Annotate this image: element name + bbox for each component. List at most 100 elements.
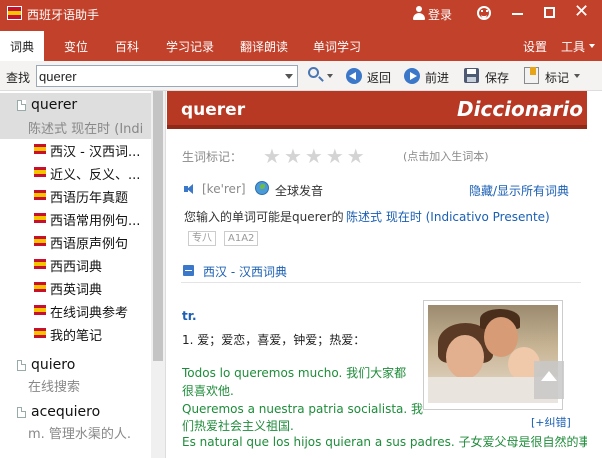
- subitem-label: 西西词典: [50, 260, 103, 275]
- tab-word-learning[interactable]: 单词学习: [313, 38, 361, 55]
- star-rating[interactable]: ★ ★ ★ ★ ★: [263, 144, 368, 168]
- example-line: Queremos a nuestra patria socialista. 我: [182, 402, 424, 416]
- spain-flag-icon: [34, 167, 46, 177]
- example-line: Es natural que los hijos quieran a sus p…: [182, 435, 591, 449]
- scroll-to-top-button[interactable]: [534, 361, 564, 399]
- login-button[interactable]: 登录: [411, 4, 461, 22]
- star-icon[interactable]: ★: [263, 144, 281, 168]
- login-label: 登录: [428, 8, 453, 22]
- spain-flag-icon: [34, 190, 46, 200]
- search-button[interactable]: [306, 66, 336, 86]
- save-button[interactable]: 保存: [464, 67, 512, 85]
- search-combobox[interactable]: [36, 65, 298, 87]
- global-pronunciation-link[interactable]: 全球发音: [275, 182, 323, 199]
- star-icon[interactable]: ★: [305, 144, 323, 168]
- star-icon[interactable]: ★: [326, 144, 344, 168]
- close-icon: ✕: [574, 1, 590, 22]
- forward-label: 前进: [425, 71, 450, 85]
- star-icon[interactable]: ★: [347, 144, 365, 168]
- subitem-es-zh-dict[interactable]: 西汉 - 汉西词...: [30, 138, 151, 161]
- maximize-button[interactable]: [539, 3, 561, 23]
- globe-icon[interactable]: [255, 181, 269, 195]
- tab-study-records[interactable]: 学习记录: [166, 38, 214, 55]
- feedback-smiley-button[interactable]: [473, 3, 495, 23]
- search-icon: [308, 67, 319, 78]
- example-line: 很喜欢他.: [182, 384, 234, 398]
- chevron-down-icon[interactable]: [285, 74, 293, 79]
- bookmark-button[interactable]: 标记: [524, 67, 580, 85]
- toolbar: 查找 返回 前进 保存 标记: [0, 61, 602, 91]
- entry-subtitle: m. 管理水渠的人.: [28, 427, 132, 442]
- part-of-speech: tr.: [182, 309, 197, 323]
- section-title: 西汉 - 汉西词典: [203, 265, 287, 279]
- entry-word: quiero: [31, 357, 76, 373]
- level-tag: 专八: [188, 231, 216, 246]
- result-entry-acequiero[interactable]: acequiero m. 管理水渠的人.: [0, 400, 151, 446]
- search-options-dropdown-icon: [327, 74, 333, 78]
- back-button[interactable]: 返回: [346, 67, 394, 85]
- report-error-link[interactable]: [+纠错]: [531, 414, 571, 430]
- tab-translate-read[interactable]: 翻译朗读: [240, 38, 288, 55]
- speaker-icon[interactable]: [184, 183, 196, 195]
- spain-flag-logo-icon: [7, 6, 22, 20]
- entry-word: querer: [31, 97, 78, 113]
- tab-dictionary[interactable]: 词典: [0, 31, 45, 61]
- subitem-label: 西语历年真题: [50, 191, 129, 206]
- subitem-label: 在线词典参考: [50, 306, 129, 321]
- entry-subtitle: 陈述式 现在时 (Indi: [28, 122, 144, 137]
- user-icon: [413, 6, 425, 20]
- subitem-label: 西语原声例句: [50, 237, 129, 252]
- search-input[interactable]: [39, 67, 279, 85]
- subitem-synonyms[interactable]: 近义、反义、...: [30, 161, 151, 184]
- collapse-icon[interactable]: [183, 265, 194, 276]
- document-icon: [17, 407, 26, 418]
- sidebar-scroll-thumb[interactable]: [153, 91, 163, 361]
- bookmark-icon: [524, 67, 539, 84]
- form-link[interactable]: 陈述式 现在时 (Indicativo Presente): [346, 208, 550, 225]
- save-icon: [464, 68, 479, 83]
- document-icon: [17, 360, 26, 371]
- subitem-past-exams[interactable]: 西语历年真题: [30, 184, 151, 207]
- app-window: 西班牙语助手 登录 ✕ 词典 变位 百科 学习记录 翻译朗读 单词学习 设置 工…: [0, 0, 602, 458]
- subitem-audio-examples[interactable]: 西语原声例句: [30, 230, 151, 253]
- word-tag-hint[interactable]: (点击加入生词本): [403, 148, 489, 164]
- forward-button[interactable]: 前进: [404, 67, 452, 85]
- entry-word: acequiero: [31, 404, 101, 420]
- subitem-online-reference[interactable]: 在线词典参考: [30, 299, 151, 322]
- word-tag-label: 生词标记：: [182, 150, 243, 164]
- star-icon[interactable]: ★: [284, 144, 302, 168]
- content-scrollbar[interactable]: [587, 91, 602, 458]
- result-entry-querer[interactable]: querer 陈述式 现在时 (Indi: [0, 93, 151, 139]
- section-header[interactable]: 西汉 - 汉西词典: [181, 261, 581, 283]
- title-bar: 西班牙语助手 登录 ✕: [0, 0, 602, 27]
- tab-encyclopedia[interactable]: 百科: [115, 38, 139, 55]
- subitem-label: 我的笔记: [50, 329, 103, 344]
- tab-conjugation[interactable]: 变位: [64, 38, 88, 55]
- toggle-all-dictionaries-link[interactable]: 隐藏/显示所有词典: [469, 182, 569, 199]
- close-button[interactable]: ✕: [571, 1, 593, 23]
- back-label: 返回: [367, 71, 392, 85]
- spain-flag-icon: [34, 259, 46, 269]
- form-hint-prefix: 您输入的单词可能是querer的: [184, 210, 344, 224]
- subitem-common-examples[interactable]: 西语常用例句...: [30, 207, 151, 230]
- spain-flag-icon: [34, 213, 46, 223]
- document-icon: [17, 100, 26, 111]
- example-line: 们热爱社会主义祖国.: [182, 419, 294, 433]
- example-line: Todos lo queremos mucho. 我们大家都: [182, 366, 407, 380]
- subitem-label: 近义、反义、...: [50, 168, 141, 183]
- spain-flag-icon: [34, 305, 46, 315]
- menu-bar: 词典 变位 百科 学习记录 翻译朗读 单词学习 设置 工具: [0, 27, 602, 61]
- settings-menu[interactable]: 设置: [523, 38, 547, 55]
- bookmark-label: 标记: [545, 71, 570, 85]
- tools-menu[interactable]: 工具: [561, 38, 585, 55]
- result-entry-quiero[interactable]: quiero 在线搜索: [0, 353, 151, 399]
- find-label: 查找: [6, 71, 31, 85]
- minimize-button[interactable]: [507, 3, 529, 23]
- subitem-label: 西英词典: [50, 283, 103, 298]
- pronunciation: [ke'rer]: [202, 182, 246, 196]
- sidebar-scrollbar[interactable]: [151, 91, 165, 458]
- subitem-es-en-dict[interactable]: 西英词典: [30, 276, 151, 299]
- subitem-my-notes[interactable]: 我的笔记: [30, 322, 151, 345]
- subitem-es-es-dict[interactable]: 西西词典: [30, 253, 151, 276]
- definition-pane: querer Diccionario 生词标记： ★ ★ ★ ★ ★ (点击加入生词本)…: [167, 91, 602, 458]
